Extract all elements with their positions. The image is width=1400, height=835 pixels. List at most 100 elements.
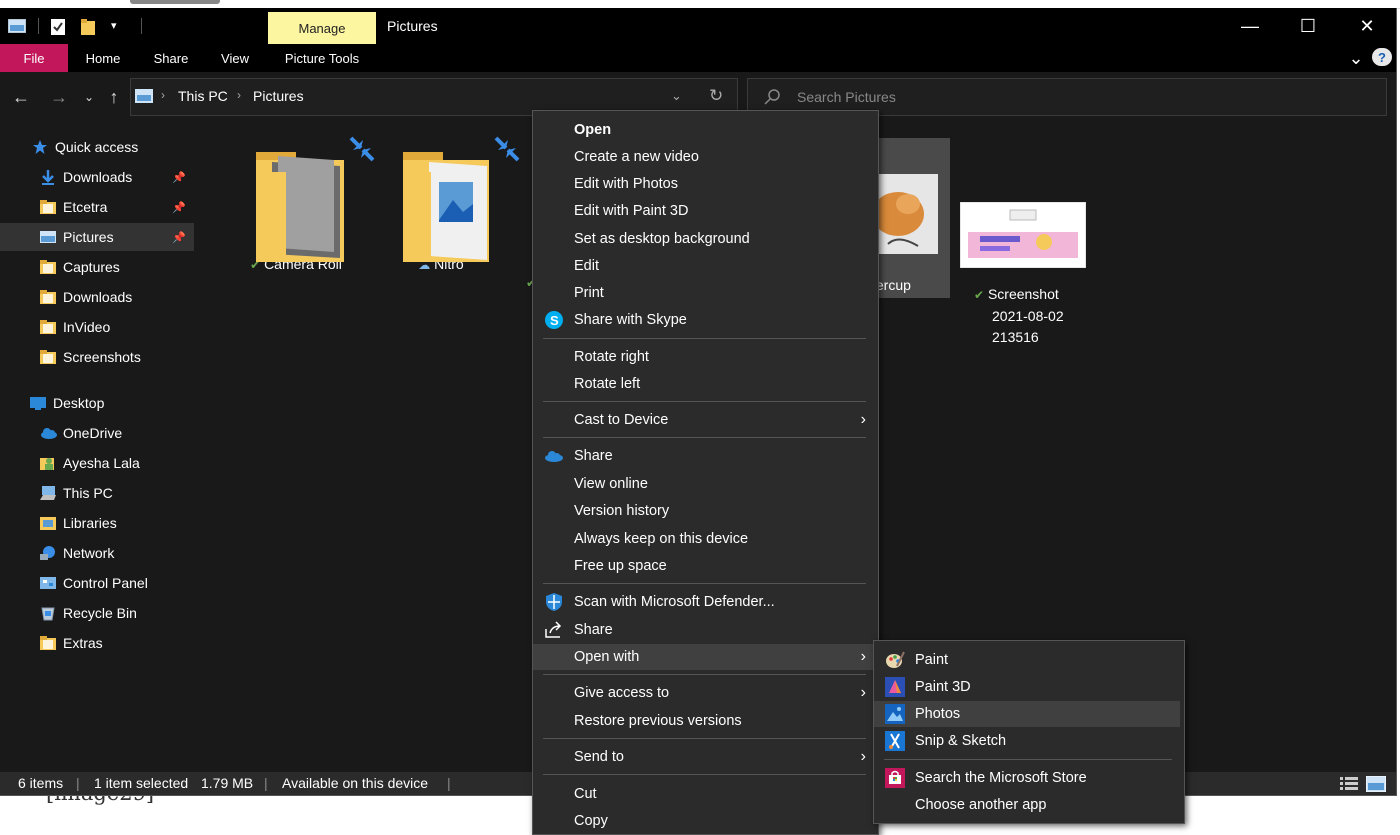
refresh-icon[interactable]: ↻ [709,86,723,106]
menu-item-open[interactable]: Open [533,117,878,143]
tab-home[interactable]: Home [76,44,130,72]
details-view-icon[interactable] [1340,777,1358,791]
sidebar-item-libraries[interactable]: Libraries [0,509,194,537]
tab-file[interactable]: File [0,44,68,72]
folder-icon [40,199,56,215]
help-icon[interactable]: ? [1372,48,1392,66]
sidebar-item-label: Extras [63,635,103,651]
menu-item-edit[interactable]: Edit [533,253,878,279]
pin-icon[interactable]: 📌 [172,201,186,214]
large-icons-view-icon[interactable] [1366,776,1386,792]
chevron-down-icon[interactable]: ⌄ [1344,44,1368,72]
menu-item-give-access[interactable]: Give access to › [533,680,878,706]
sidebar-item-network[interactable]: Network [0,539,194,567]
submenu-item-choose-another-app[interactable]: Choose another app [874,792,1180,818]
up-arrow-icon[interactable]: ↑ [103,86,125,108]
skype-icon: S [544,310,564,330]
sidebar-item-etcetra[interactable]: Etcetra 📌 [0,193,194,221]
pin-icon[interactable]: 📌 [172,171,186,184]
folder-thumbnail [254,136,375,262]
address-dropdown-icon[interactable]: ⌄ [671,88,682,104]
submenu-item-photos[interactable]: Photos [874,701,1180,727]
menu-item-share[interactable]: Share [533,617,878,643]
menu-item-always-keep[interactable]: Always keep on this device [533,526,878,552]
breadcrumb-separator-icon: › [161,88,165,102]
menu-item-onedrive-share[interactable]: Share [533,443,878,469]
status-divider: | [264,775,268,791]
menu-item-version-history[interactable]: Version history [533,498,878,524]
menu-item-edit-with-paint-3d[interactable]: Edit with Paint 3D [533,198,878,224]
svg-text:S: S [550,313,559,328]
menu-item-set-desktop-background[interactable]: Set as desktop background [533,226,878,252]
menu-item-create-video[interactable]: Create a new video [533,144,878,170]
file-item-nitro[interactable]: ☁ Nitro [376,136,520,272]
menu-item-send-to[interactable]: Send to › [533,744,878,770]
title-bar: ▾ Manage Pictures — ☐ ✕ [0,8,1396,44]
tab-view[interactable]: View [210,44,260,72]
star-icon [32,139,48,155]
menu-item-share-with-skype[interactable]: S Share with Skype [533,307,878,333]
folder-icon [40,319,56,335]
submenu-item-paint[interactable]: Paint [874,647,1180,673]
menu-item-scan-defender[interactable]: Scan with Microsoft Defender... [533,589,878,615]
sidebar-item-captures[interactable]: Captures [0,253,194,281]
sidebar-item-quick-access[interactable]: Quick access [0,133,194,161]
sidebar-item-this-pc[interactable]: This PC [0,479,194,507]
sidebar-item-extras[interactable]: Extras [0,629,194,657]
minimize-button[interactable]: — [1230,14,1270,38]
sidebar-item-invideo[interactable]: InVideo [0,313,194,341]
menu-item-edit-with-photos[interactable]: Edit with Photos [533,171,878,197]
recycle-bin-icon [40,605,56,621]
menu-item-copy[interactable]: Copy [533,808,878,834]
sidebar-item-downloads-pinned[interactable]: Downloads 📌 [0,163,194,191]
menu-item-restore-versions[interactable]: Restore previous versions [533,708,878,734]
network-icon [40,545,56,561]
open-with-submenu: Paint Paint 3D Photos Snip & Sketch Sear… [873,640,1185,824]
sidebar-item-ayesha-lala[interactable]: Ayesha Lala [0,449,194,477]
customize-toolbar-icon[interactable]: ▾ [111,19,127,33]
forward-arrow-icon[interactable]: → [48,86,70,108]
tab-share[interactable]: Share [144,44,198,72]
submenu-item-snip-sketch[interactable]: Snip & Sketch [874,728,1180,754]
recent-locations-icon[interactable]: ⌄ [78,86,100,108]
menu-item-cut[interactable]: Cut [533,781,878,807]
properties-icon[interactable] [51,19,67,35]
close-button[interactable]: ✕ [1347,14,1387,38]
sidebar-item-screenshots[interactable]: Screenshots [0,343,194,371]
breadcrumb-pictures[interactable]: Pictures [253,88,304,104]
file-item-camera-roll[interactable]: ✔ Camera Roll [231,136,375,272]
menu-item-print[interactable]: Print [533,280,878,306]
menu-item-rotate-right[interactable]: Rotate right [533,344,878,370]
sidebar-item-onedrive[interactable]: OneDrive [0,419,194,447]
maximize-button[interactable]: ☐ [1288,14,1328,38]
menu-item-cast-to-device[interactable]: Cast to Device › [533,407,878,433]
store-icon [885,768,905,788]
context-menu: Open Create a new video Edit with Photos… [532,110,879,835]
submenu-item-search-store[interactable]: Search the Microsoft Store [874,765,1180,791]
sidebar-item-downloads[interactable]: Downloads [0,283,194,311]
synced-check-icon: ✔ [974,288,985,302]
menu-item-rotate-left[interactable]: Rotate left [533,371,878,397]
menu-separator [543,674,866,675]
pin-icon[interactable]: 📌 [172,231,186,244]
breadcrumb-this-pc[interactable]: This PC [178,88,228,104]
chevron-right-icon: › [860,684,866,701]
menu-item-view-online[interactable]: View online [533,471,878,497]
sidebar-item-recycle-bin[interactable]: Recycle Bin [0,599,194,627]
menu-item-open-with[interactable]: Open with › [533,644,878,670]
sidebar-item-control-panel[interactable]: Control Panel [0,569,194,597]
tab-picture-tools[interactable]: Picture Tools [272,44,372,72]
item-count: 6 items [18,775,64,791]
manage-tab[interactable]: Manage [268,12,376,44]
sidebar-item-pictures[interactable]: Pictures 📌 [0,223,194,251]
sidebar-item-desktop[interactable]: Desktop [0,389,194,417]
ribbon-tabs: File Home Share View Picture Tools ⌄ ? [0,44,1396,72]
sidebar-item-label: Ayesha Lala [63,455,140,471]
app-icon[interactable] [7,18,27,34]
submenu-item-paint-3d[interactable]: Paint 3D [874,674,1180,700]
sidebar-item-label: Pictures [63,229,114,245]
menu-item-free-up-space[interactable]: Free up space [533,553,878,579]
back-arrow-icon[interactable]: ← [10,86,32,108]
menu-separator [543,774,866,775]
new-folder-icon[interactable] [81,19,97,35]
